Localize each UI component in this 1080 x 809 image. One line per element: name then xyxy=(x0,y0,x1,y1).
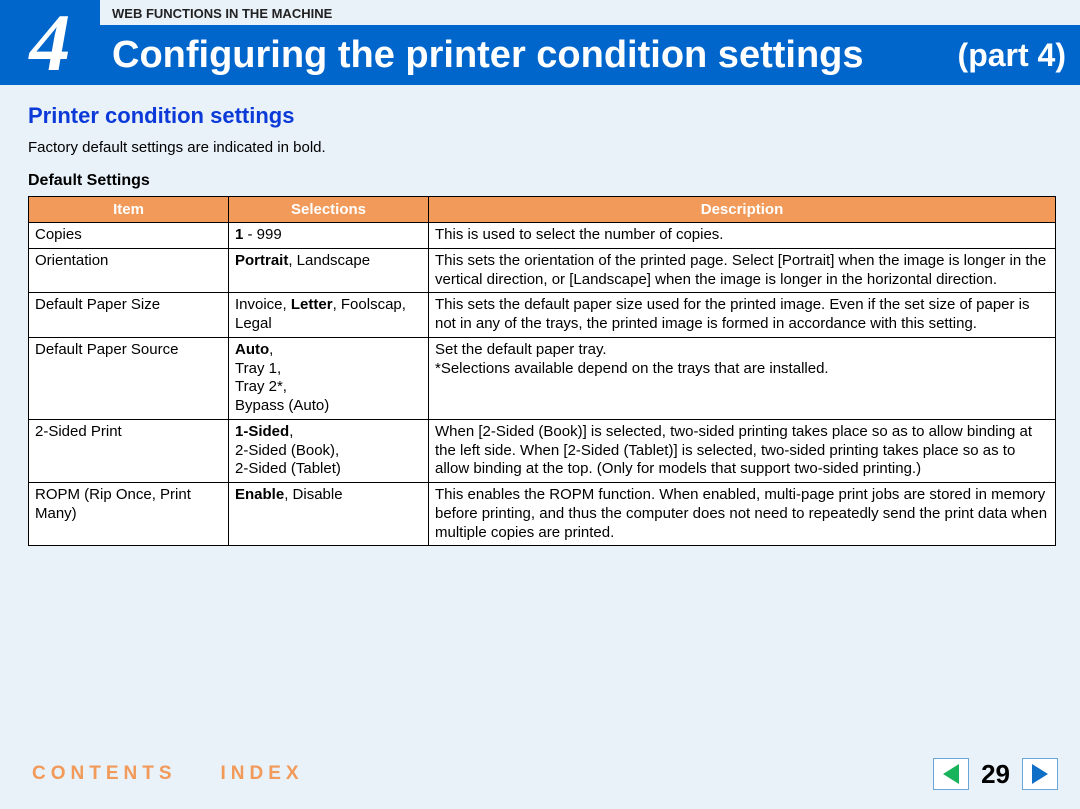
cell-description: This enables the ROPM function. When ena… xyxy=(429,483,1056,546)
cell-description: This sets the orientation of the printed… xyxy=(429,248,1056,293)
prev-page-button[interactable] xyxy=(933,758,969,790)
page-number: 29 xyxy=(981,759,1010,790)
triangle-left-icon xyxy=(943,764,959,784)
chapter-number: 4 xyxy=(30,2,71,84)
section-intro: Factory default settings are indicated i… xyxy=(28,139,1056,156)
page-header: 4 WEB FUNCTIONS IN THE MACHINE Configuri… xyxy=(0,0,1080,85)
header-texts: WEB FUNCTIONS IN THE MACHINE Configuring… xyxy=(100,0,1080,85)
footer-bar: CONTENTS INDEX 29 xyxy=(0,751,1080,809)
cell-item: 2-Sided Print xyxy=(29,419,229,482)
th-description: Description xyxy=(429,197,1056,223)
cell-selections: Enable, Disable xyxy=(229,483,429,546)
th-item: Item xyxy=(29,197,229,223)
th-selections: Selections xyxy=(229,197,429,223)
chapter-box: 4 xyxy=(0,0,100,85)
table-row: ROPM (Rip Once, Print Many) Enable, Disa… xyxy=(29,483,1056,546)
breadcrumb: WEB FUNCTIONS IN THE MACHINE xyxy=(100,0,1080,25)
page-title: Configuring the printer condition settin… xyxy=(112,34,864,77)
cell-description: This sets the default paper size used fo… xyxy=(429,293,1056,338)
title-bar: Configuring the printer condition settin… xyxy=(100,25,1080,85)
contents-link[interactable]: CONTENTS xyxy=(32,763,177,785)
section-subheading: Default Settings xyxy=(28,172,1056,190)
section-title: Printer condition settings xyxy=(28,103,1056,129)
cell-description: Set the default paper tray. *Selections … xyxy=(429,337,1056,419)
cell-selections: Invoice, Letter, Foolscap, Legal xyxy=(229,293,429,338)
cell-item: Default Paper Size xyxy=(29,293,229,338)
table-row: Default Paper Size Invoice, Letter, Fool… xyxy=(29,293,1056,338)
table-row: Orientation Portrait, Landscape This set… xyxy=(29,248,1056,293)
cell-item: ROPM (Rip Once, Print Many) xyxy=(29,483,229,546)
cell-item: Default Paper Source xyxy=(29,337,229,419)
table-row: Default Paper Source Auto, Tray 1, Tray … xyxy=(29,337,1056,419)
cell-description: When [2-Sided (Book)] is selected, two-s… xyxy=(429,419,1056,482)
cell-item: Orientation xyxy=(29,248,229,293)
page-part: (part 4) xyxy=(958,37,1066,74)
table-row: Copies 1 - 999 This is used to select th… xyxy=(29,223,1056,249)
cell-selections: 1 - 999 xyxy=(229,223,429,249)
footer-nav: 29 xyxy=(933,758,1058,790)
table-row: 2-Sided Print 1-Sided, 2-Sided (Book), 2… xyxy=(29,419,1056,482)
content-area: Printer condition settings Factory defau… xyxy=(0,85,1080,546)
cell-selections: Portrait, Landscape xyxy=(229,248,429,293)
cell-item: Copies xyxy=(29,223,229,249)
triangle-right-icon xyxy=(1032,764,1048,784)
index-link[interactable]: INDEX xyxy=(221,763,304,785)
next-page-button[interactable] xyxy=(1022,758,1058,790)
cell-description: This is used to select the number of cop… xyxy=(429,223,1056,249)
cell-selections: Auto, Tray 1, Tray 2*, Bypass (Auto) xyxy=(229,337,429,419)
settings-table: Item Selections Description Copies 1 - 9… xyxy=(28,196,1056,546)
table-header-row: Item Selections Description xyxy=(29,197,1056,223)
cell-selections: 1-Sided, 2-Sided (Book), 2-Sided (Tablet… xyxy=(229,419,429,482)
